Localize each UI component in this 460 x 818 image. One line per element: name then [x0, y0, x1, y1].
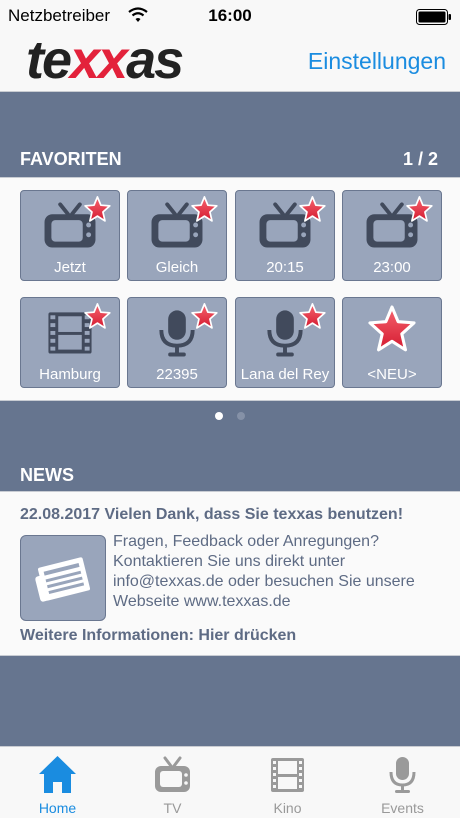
tv-icon — [149, 196, 218, 250]
star-icon — [368, 305, 416, 352]
tab-home[interactable]: Home — [0, 747, 115, 818]
tv-icon — [257, 196, 326, 250]
newspaper-icon — [20, 535, 106, 621]
favorites-grid: Jetzt Gleich 20:15 23:00 Hamburg 22395 L… — [0, 177, 460, 401]
battery-icon — [416, 9, 451, 25]
microphone-icon — [159, 303, 218, 358]
app-header: texxas Einstellungen — [0, 32, 460, 92]
favorite-tile-gleich[interactable]: Gleich — [127, 190, 227, 281]
svg-text:texxas: texxas — [26, 32, 183, 90]
film-icon — [271, 758, 304, 792]
tv-icon — [155, 756, 190, 792]
news-line: Fragen, Feedback oder Anregungen? — [113, 533, 379, 550]
favorite-tile-lana-del-rey[interactable]: Lana del Rey — [235, 297, 335, 388]
news-body: Fragen, Feedback oder Anregungen? Kontak… — [113, 532, 453, 612]
home-icon — [39, 756, 76, 793]
tab-label: Home — [38, 800, 77, 816]
tab-tv[interactable]: TV — [115, 747, 230, 818]
favorite-label: <NEU> — [367, 366, 417, 383]
news-headline: 22.08.2017 Vielen Dank, dass Sie texxas … — [20, 506, 403, 524]
news-more-link[interactable]: Weitere Informationen: Hier drücken — [20, 627, 296, 645]
news-headline-text: Vielen Dank, dass Sie texxas benutzen! — [104, 506, 404, 523]
favorites-pager: 1 / 2 — [402, 149, 438, 169]
page-dot-active[interactable] — [215, 412, 223, 420]
tv-icon — [42, 196, 111, 250]
page-dot[interactable] — [237, 412, 245, 420]
favorite-tile-22395[interactable]: 22395 — [127, 297, 227, 388]
clock: 16:00 — [208, 6, 252, 25]
news-card[interactable]: 22.08.2017 Vielen Dank, dass Sie texxas … — [0, 491, 460, 656]
news-header: NEWS — [0, 452, 460, 496]
settings-button[interactable]: Einstellungen — [308, 48, 446, 75]
favorite-tile-2300[interactable]: 23:00 — [342, 190, 442, 281]
news-title: NEWS — [20, 465, 74, 485]
film-icon — [48, 303, 111, 354]
favorite-tile-hamburg[interactable]: Hamburg — [20, 297, 120, 388]
favorite-tile-jetzt[interactable]: Jetzt — [20, 190, 120, 281]
favorite-label: Hamburg — [39, 366, 101, 383]
news-line: info@texxas.de oder besuchen Sie unsere — [113, 573, 415, 590]
texxas-logo: texxas — [26, 32, 185, 90]
favorite-tile-new[interactable]: <NEU> — [342, 297, 442, 388]
favorite-tile-2015[interactable]: 20:15 — [235, 190, 335, 281]
news-line: Kontaktieren Sie uns direkt unter — [113, 553, 346, 570]
favorite-label: Lana del Rey — [240, 366, 330, 383]
favorites-title: FAVORITEN — [20, 149, 122, 169]
microphone-icon — [389, 757, 416, 793]
favorite-label: 23:00 — [373, 259, 411, 276]
tv-icon — [364, 196, 433, 250]
tab-label: TV — [163, 800, 182, 816]
tab-label: Kino — [273, 800, 302, 816]
microphone-icon — [267, 303, 326, 358]
page-indicator[interactable] — [0, 412, 460, 426]
news-date: 22.08.2017 — [20, 506, 101, 523]
favorite-label: 20:15 — [266, 259, 304, 276]
news-line: Webseite www.texxas.de — [113, 593, 291, 610]
status-bar: Netzbetreiber 16:00 — [0, 0, 460, 32]
tab-label: Events — [381, 800, 424, 816]
tab-kino[interactable]: Kino — [230, 747, 345, 818]
favorite-label: Gleich — [155, 259, 199, 276]
favorite-label: Jetzt — [54, 259, 86, 276]
tab-events[interactable]: Events — [345, 747, 460, 818]
favorites-header: FAVORITEN 1 / 2 — [0, 136, 460, 180]
favorite-label: 22395 — [156, 366, 198, 383]
tab-bar: Home TV Kino Events — [0, 746, 460, 818]
